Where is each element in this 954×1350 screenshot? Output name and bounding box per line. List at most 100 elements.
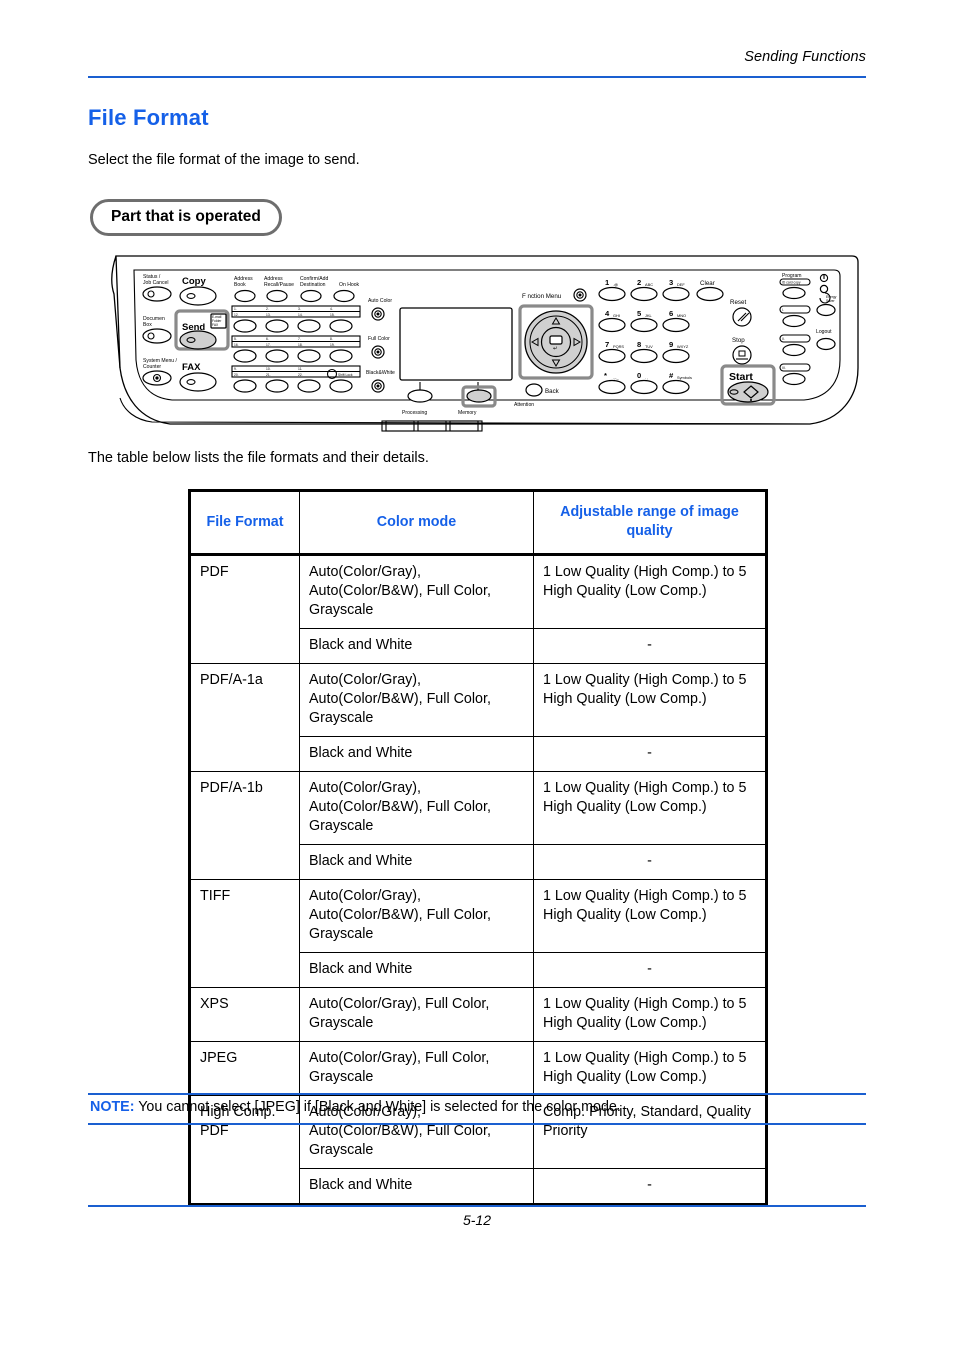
part-operated-badge: Part that is operated (90, 199, 282, 236)
cell-color-mode: Auto(Color/Gray), Auto(Color/B&W), Full … (299, 771, 534, 845)
cell-quality-range: - (533, 628, 767, 664)
col-header-color-mode: Color mode (299, 490, 534, 556)
svg-text:8: 8 (637, 340, 641, 349)
cell-quality-range: 1 Low Quality (High Comp.) to 5 High Qua… (533, 1041, 767, 1096)
table-row: TIFF Auto(Color/Gray), Auto(Color/B&W), F… (189, 879, 767, 988)
cell-color-mode: Black and White (299, 1168, 534, 1205)
svg-text:17.: 17. (266, 343, 271, 347)
svg-text:Counter: Counter (143, 364, 161, 370)
cell-file-format: XPS (189, 987, 300, 1042)
svg-text:Clear: Clear (700, 280, 715, 287)
svg-text:5: 5 (637, 309, 642, 318)
svg-text:FAX: FAX (212, 323, 219, 327)
cell-file-format: TIFF (189, 879, 300, 988)
svg-text:Job Cancel: Job Cancel (143, 280, 168, 286)
col-header-file-format: File Format (189, 490, 300, 556)
svg-text:ID card copy: ID card copy (782, 281, 801, 285)
footer-divider (88, 1205, 866, 1207)
svg-text:22.: 22. (298, 373, 303, 377)
running-header: Sending Functions (88, 48, 866, 66)
svg-text:Memory: Memory (458, 410, 477, 416)
svg-text:Processing: Processing (402, 410, 427, 416)
cell-quality-range: 1 Low Quality (High Comp.) to 5 High Qua… (533, 554, 767, 629)
cell-quality-range: 1 Low Quality (High Comp.) to 5 High Qua… (533, 987, 767, 1042)
page-title: File Format (88, 105, 209, 130)
svg-text:#: # (669, 371, 674, 380)
svg-text:Shift Lock: Shift Lock (338, 373, 353, 377)
cell-quality-range: - (533, 952, 767, 988)
svg-text:14.: 14. (298, 313, 303, 317)
svg-text:Destination: Destination (300, 282, 326, 288)
svg-text:On Hook: On Hook (339, 282, 360, 288)
svg-text:2: 2 (637, 278, 641, 287)
svg-text:Symbols: Symbols (677, 375, 692, 380)
svg-text:0: 0 (637, 371, 641, 380)
svg-text:Start: Start (729, 371, 753, 383)
cell-color-mode: Black and White (299, 844, 534, 880)
svg-text:4.: 4. (330, 307, 333, 311)
svg-text:3: 3 (669, 278, 673, 287)
svg-text:Auto Color: Auto Color (368, 298, 392, 304)
table-row: XPS Auto(Color/Gray), Full Color, Graysca… (189, 987, 767, 1042)
svg-text:Copy: Copy (182, 276, 206, 287)
page-number: 5-12 (462, 1212, 492, 1228)
svg-text:16.: 16. (234, 343, 239, 347)
table-row: PDF/A-1b Auto(Color/Gray), Auto(Color/B&W… (189, 771, 767, 880)
running-header-title: Sending Functions (744, 49, 866, 65)
svg-text:11.: 11. (298, 367, 302, 371)
svg-text:Attention: Attention (514, 402, 534, 408)
svg-text:Back: Back (545, 388, 560, 395)
svg-text:FAX: FAX (182, 362, 201, 373)
cell-quality-range: - (533, 736, 767, 772)
svg-text:GHI: GHI (613, 313, 620, 318)
svg-text:1.: 1. (234, 307, 237, 311)
cell-color-mode: Auto(Color/Gray), Auto(Color/B&W), Full … (299, 879, 534, 953)
svg-text:Book: Book (234, 282, 246, 288)
cell-file-format: PDF (189, 554, 300, 664)
svg-text:III.: III. (782, 366, 786, 370)
svg-text:8.: 8. (330, 337, 333, 341)
svg-text:TUV: TUV (645, 344, 653, 349)
control-panel-figure: .ln { fill:none; stroke:#000; stroke-wid… (110, 248, 860, 433)
svg-text:Black&White: Black&White (366, 370, 395, 376)
svg-text:MNO: MNO (677, 313, 686, 318)
cell-file-format: PDF/A-1a (189, 663, 300, 772)
svg-text:12.: 12. (234, 313, 239, 317)
svg-text:9.: 9. (234, 367, 237, 371)
svg-text:Box: Box (143, 322, 152, 328)
note-text: You cannot select [JPEG] if [Black and W… (138, 1099, 621, 1115)
svg-text:Reset: Reset (730, 299, 746, 306)
col-header-quality-range: Adjustable range of image quality (533, 490, 767, 556)
svg-text:18.: 18. (298, 343, 303, 347)
table-header-row: File Format Color mode Adjustable range … (189, 490, 767, 556)
cell-quality-range: 1 Low Quality (High Comp.) to 5 High Qua… (533, 879, 767, 953)
svg-text:.,-_: .,-_ (613, 375, 619, 380)
cell-color-mode: Auto(Color/Gray), Auto(Color/B&W), Full … (299, 554, 534, 629)
svg-text:Saver: Saver (826, 299, 836, 303)
cell-color-mode: Auto(Color/Gray), Auto(Color/B&W), Full … (299, 663, 534, 737)
svg-text:7.: 7. (298, 337, 301, 341)
cell-color-mode: Black and White (299, 736, 534, 772)
svg-text:7: 7 (605, 340, 609, 349)
svg-text:F nction Menu: F nction Menu (522, 293, 562, 300)
cell-file-format: PDF/A-1b (189, 771, 300, 880)
svg-text:. ,: . , (645, 375, 648, 380)
cell-color-mode: Auto(Color/Gray), Full Color, Grayscale (299, 1041, 534, 1096)
svg-text:↵: ↵ (553, 346, 558, 352)
svg-text:Logout: Logout (816, 329, 832, 335)
svg-text:20.: 20. (234, 373, 239, 377)
svg-text:5.: 5. (234, 337, 237, 341)
svg-text:13.: 13. (266, 313, 271, 317)
svg-text:3.: 3. (298, 307, 301, 311)
header-divider (88, 76, 866, 78)
svg-text:2.: 2. (266, 307, 269, 311)
svg-text:WXYZ: WXYZ (677, 344, 689, 349)
note-label: NOTE: (90, 1099, 135, 1115)
svg-text:OK: OK (551, 338, 559, 344)
svg-text:*: * (604, 371, 607, 380)
cell-color-mode: Black and White (299, 628, 534, 664)
svg-text:6: 6 (669, 309, 673, 318)
svg-text:PQRS: PQRS (613, 344, 624, 349)
note-bottom-divider (88, 1123, 866, 1125)
svg-text:4: 4 (605, 309, 610, 318)
